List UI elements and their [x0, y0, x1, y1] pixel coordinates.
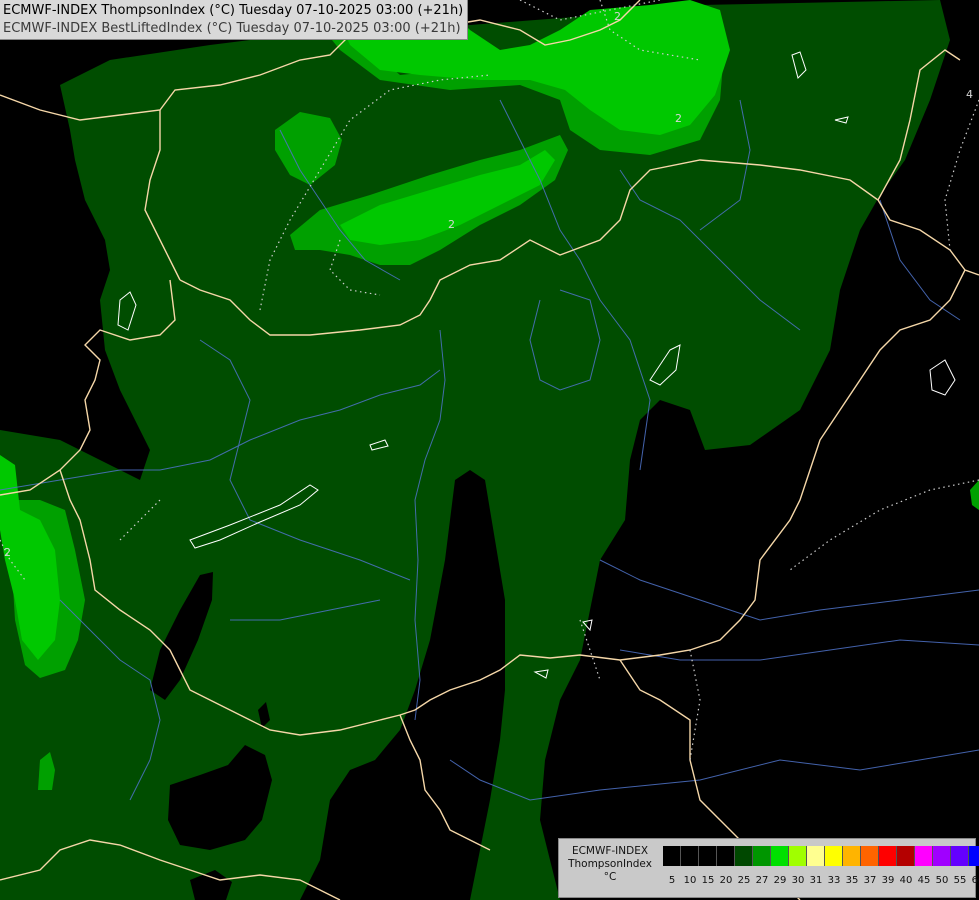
legend-swatch	[915, 846, 933, 866]
legend-swatch	[789, 846, 807, 866]
legend-tick-label: 60	[971, 875, 979, 886]
legend-swatch	[933, 846, 951, 866]
legend-tick-label: 27	[755, 875, 769, 886]
legend-tick-label: 35	[845, 875, 859, 886]
legend-tick-label: 30	[791, 875, 805, 886]
map-title-box: ECMWF-INDEX ThompsonIndex (°C) Tuesday 0…	[0, 0, 469, 40]
legend-tick-label: 10	[683, 875, 697, 886]
legend-tick-label: 39	[881, 875, 895, 886]
legend-swatch	[699, 846, 717, 866]
legend-model: ECMWF-INDEX	[571, 845, 649, 857]
weather-map[interactable]: 2 2 4 2 2	[0, 0, 979, 900]
legend-swatch	[951, 846, 969, 866]
legend-tick-label: 37	[863, 875, 877, 886]
legend-tick-label: 40	[899, 875, 913, 886]
legend-swatch	[717, 846, 735, 866]
legend-tick-label: 20	[719, 875, 733, 886]
legend-swatch	[861, 846, 879, 866]
isoline-label: 2	[4, 546, 11, 559]
legend-swatch	[753, 846, 771, 866]
legend-swatch	[735, 846, 753, 866]
legend-swatch	[843, 846, 861, 866]
legend-tick-label: 29	[773, 875, 787, 886]
legend-parameter: ThompsonIndex	[568, 858, 652, 870]
legend-tick-label: 50	[935, 875, 949, 886]
legend-label: ECMWF-INDEX ThompsonIndex °C	[559, 845, 661, 884]
legend-swatch	[897, 846, 915, 866]
legend-unit: °C	[603, 871, 617, 883]
legend-swatch	[771, 846, 789, 866]
legend-swatch	[825, 846, 843, 866]
legend-tick-label: 15	[701, 875, 715, 886]
isoline-label: 4	[966, 88, 973, 101]
legend-swatch	[879, 846, 897, 866]
title-thompson-index: ECMWF-INDEX ThompsonIndex (°C) Tuesday 0…	[3, 3, 464, 18]
legend-tick-label: 33	[827, 875, 841, 886]
legend-tick-label: 31	[809, 875, 823, 886]
legend-swatch	[807, 846, 825, 866]
isoline-label: 2	[448, 218, 455, 231]
legend-ticks: 5 10 15 20 25 27 29 30 31 33 35 37 39 40 45 50 55 60	[663, 875, 979, 887]
legend-swatches	[663, 846, 979, 866]
legend-tick-label: 25	[737, 875, 751, 886]
legend-tick-label: 5	[668, 875, 676, 886]
legend-tick-label: 55	[953, 875, 967, 886]
legend-swatch	[969, 846, 979, 866]
legend-swatch	[681, 846, 699, 866]
isoline-label: 2	[675, 112, 682, 125]
title-best-lifted-index: ECMWF-INDEX BestLiftedIndex (°C) Tuesday…	[3, 21, 461, 36]
legend-swatch	[663, 846, 681, 866]
isoline-label: 2	[614, 10, 621, 23]
legend-tick-label: 45	[917, 875, 931, 886]
color-legend: ECMWF-INDEX ThompsonIndex °C 5 10 15 20 25 27…	[558, 838, 979, 898]
